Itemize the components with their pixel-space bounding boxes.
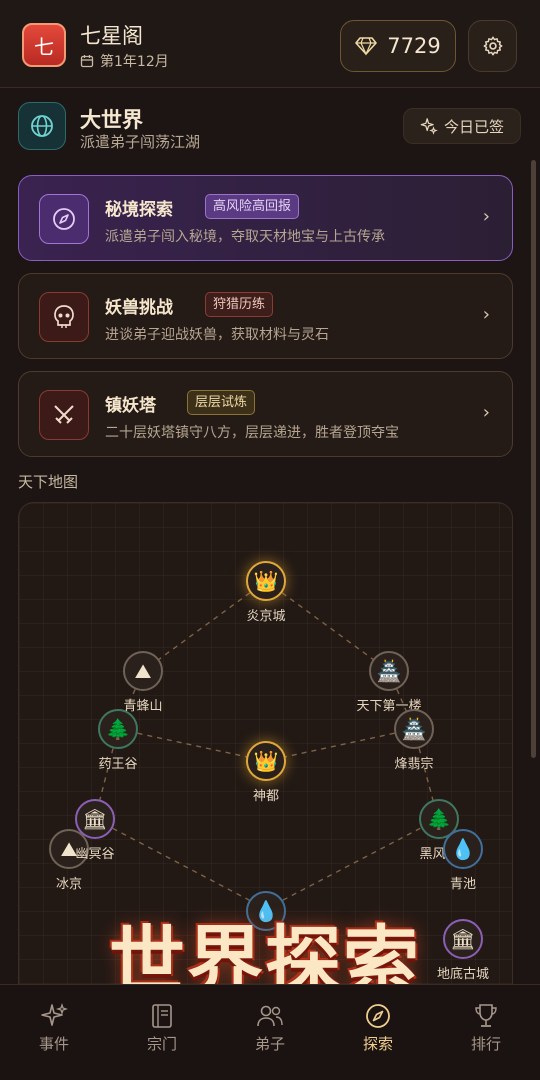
sect-name: 七星阁 [80,24,143,48]
map-node-yaowang[interactable]: 🌲 药王谷 [76,709,160,772]
card-tag: 高风险高回报 [205,194,300,219]
palace-icon: 🏯 [369,651,409,691]
map-section-label: 天下地图 [18,473,79,491]
map-node-label: 冰京 [55,877,82,892]
tree-icon: 🌲 [98,709,138,749]
card-beast-challenge[interactable]: 妖兽挑战 狩猎历练 进谈弟子迎战妖兽，获取材料与灵石 › [18,273,513,359]
compass-icon [53,208,75,230]
map-node-shendu[interactable]: 👑 神都 [224,741,308,804]
crown-icon: 👑 [246,561,286,601]
chevron-right-icon: › [482,304,490,325]
card-description: 二十层妖塔镇守八方，层层递进，胜者登顶夺宝 [105,425,399,441]
swords-icon-box [39,390,89,440]
map-node-youming[interactable]: 🏛 幽冥谷 [53,799,137,862]
tab-label: 排行 [470,1035,501,1053]
crown-icon: 👑 [246,741,286,781]
map-node-yanjing[interactable]: 👑 炎京城 [224,561,308,624]
sect-logo-char: 七 [34,34,54,59]
mountain-icon: ⛰ [123,651,163,691]
globe-icon [31,115,53,137]
tab-events[interactable]: 事件 [0,985,108,1080]
world-subtitle: 派遣弟子闯荡江湖 [80,133,201,151]
daily-signin-button[interactable]: 今日已签 [403,108,521,144]
date-text: 第1年12月 [100,54,169,70]
sect-logo[interactable]: 七 [22,23,66,67]
crossed-swords-icon [54,405,74,424]
compass-icon [366,1004,390,1028]
tab-disciples[interactable]: 弟子 [216,985,324,1080]
tab-explore[interactable]: 探索 [324,985,432,1080]
signin-label: 今日已签 [443,117,504,136]
sparkle-icon [41,1002,68,1026]
tab-sect[interactable]: 宗门 [108,985,216,1080]
compass-icon-box [39,194,89,244]
chevron-right-icon: › [482,206,490,227]
tab-ranking[interactable]: 排行 [432,985,540,1080]
card-description: 派遣弟子闯入秘境，夺取天材地宝与上古传承 [105,229,385,245]
game-date: 第1年12月 [80,51,169,71]
map-node-qingfeng[interactable]: ⛰ 青蜂山 [101,651,185,714]
temple-icon: 🏛 [75,799,115,839]
card-title: 秘境探索 [105,200,173,220]
card-tag: 层层试炼 [187,390,256,415]
book-icon [152,1004,172,1028]
gem-count: 7729 [387,34,441,58]
tab-label: 宗门 [146,1035,177,1053]
bottom-nav: 事件 宗门 弟子 探索 排行 [0,984,540,1080]
world-header: 大世界 派遣弟子闯荡江湖 今日已签 [0,96,540,162]
sparkle-icon [420,118,438,135]
card-title: 妖兽挑战 [105,298,173,318]
world-title: 大世界 [80,108,143,132]
card-tag: 狩猎历练 [205,292,274,317]
world-icon-box [18,102,66,150]
card-demon-tower[interactable]: 镇妖塔 层层试炼 二十层妖塔镇守八方，层层递进，胜者登顶夺宝 › [18,371,513,457]
chevron-right-icon: › [482,402,490,423]
card-title: 镇妖塔 [105,396,156,416]
map-node-label: 神都 [252,789,279,804]
trophy-icon [475,1004,497,1027]
scrollbar[interactable] [531,160,536,758]
diamond-icon [355,37,378,56]
temple-icon: 🏛 [443,919,483,959]
card-secret-realm[interactable]: 秘境探索 高风险高回报 派遣弟子闯入秘境，夺取天材地宝与上古传承 › [18,175,513,261]
tab-label: 探索 [362,1035,393,1053]
tab-label: 弟子 [254,1035,285,1053]
skull-icon-box [39,292,89,342]
map-node-label: 青池 [449,877,476,892]
card-description: 进谈弟子迎战妖兽，获取材料与灵石 [105,327,329,343]
calendar-icon [80,55,94,68]
gem-counter[interactable]: 7729 [340,20,456,72]
map-node-label: 烽翡宗 [394,757,434,772]
water-drop-icon: 💧 [443,829,483,869]
map-node-fengxiao[interactable]: 🏯 烽翡宗 [372,709,456,772]
tab-label: 事件 [38,1035,69,1053]
gear-icon [483,36,502,56]
map-node-label: 药王谷 [98,757,138,772]
top-bar: 七 七星阁 第1年12月 7729 [0,0,540,88]
map-node-label: 炎京城 [246,609,286,624]
map-node-tianxia-tower[interactable]: 🏯 天下第一楼 [347,651,431,714]
map-node-label: 幽冥谷 [75,847,115,862]
users-icon [257,1005,283,1027]
skull-icon [54,305,74,328]
settings-button[interactable] [468,20,517,72]
map-node-qingchi[interactable]: 💧 青池 [421,829,505,892]
palace-icon: 🏯 [394,709,434,749]
